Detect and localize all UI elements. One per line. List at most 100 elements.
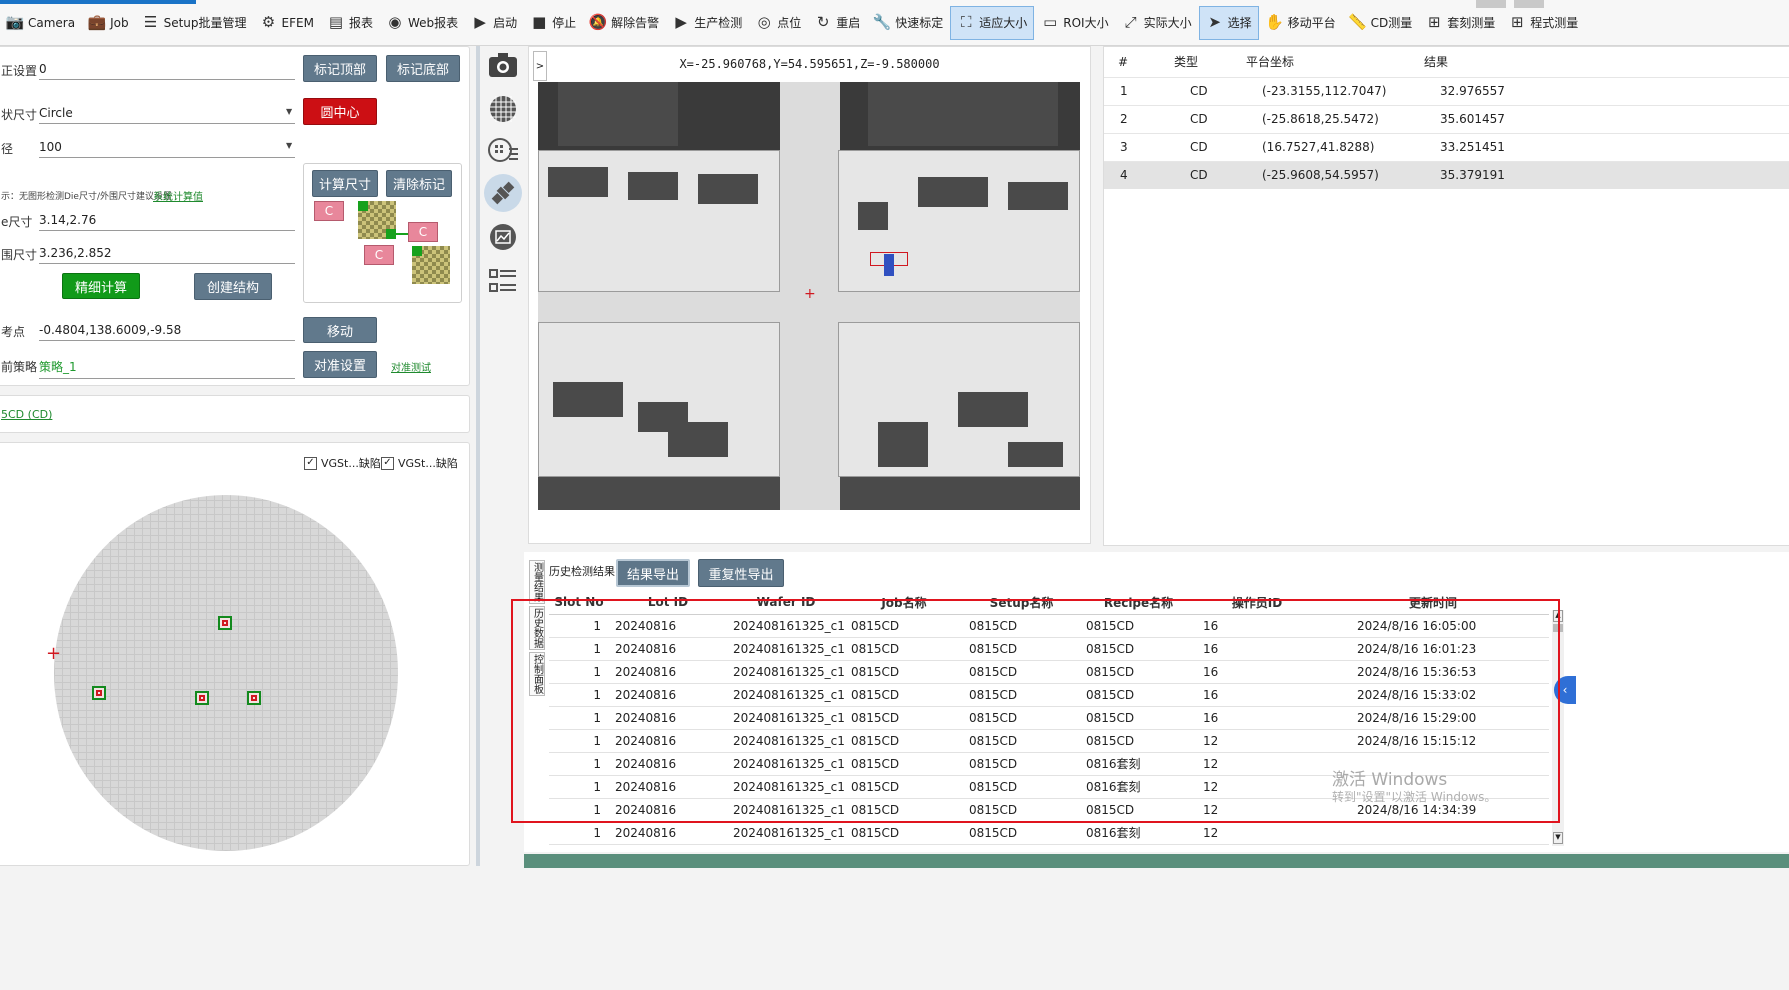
toolbar-fit-size-button[interactable]: ⛶ 适应大小	[950, 5, 1035, 40]
history-cell: 20240816	[609, 798, 727, 822]
history-row[interactable]: 1 20240816 202408161325_c1 0815CD 0815CD 0815…	[549, 614, 1549, 638]
toolbar-ruler-button[interactable]: 📏 CD测量	[1343, 6, 1419, 40]
minimize-button[interactable]	[1476, 0, 1506, 8]
toolbar-stop-button[interactable]: ■ 停止	[524, 6, 582, 40]
col-recipe-name[interactable]: Recipe名称	[1080, 591, 1197, 615]
microscope-image[interactable]: +	[538, 82, 1080, 510]
history-cell: 0815CD	[963, 706, 1080, 730]
wafer-list-icon[interactable]	[484, 132, 522, 170]
toolbar-robot-arm-button[interactable]: ⚙ EFEM	[254, 6, 320, 40]
correction-field[interactable]: 0	[39, 62, 295, 80]
toolbar-label: 解除告警	[611, 16, 660, 30]
history-row[interactable]: 1 20240816 202408161325_c1 0815CD 0815CD 0815…	[549, 683, 1549, 707]
toolbar-roi-rect-button[interactable]: ▭ ROI大小	[1035, 6, 1114, 40]
toolbar-label: 程式测量	[1530, 16, 1579, 30]
col-lot-id[interactable]: Lot ID	[609, 591, 727, 615]
history-row[interactable]: 1 20240816 202408161325_c1 0815CD 0815CD 0816…	[549, 821, 1549, 845]
satellite-align-icon[interactable]	[484, 174, 522, 212]
toolbar-report-button[interactable]: ▤ 报表	[321, 6, 379, 40]
col-slot-no[interactable]: Slot No	[549, 591, 609, 615]
col-setup-name[interactable]: Setup名称	[963, 591, 1080, 615]
col-wafer-id[interactable]: Wafer ID	[727, 591, 845, 615]
measured-die-marker[interactable]	[92, 686, 106, 700]
toolbar-play-button[interactable]: ▶ 启动	[465, 6, 523, 40]
wafer-map[interactable]	[54, 495, 398, 851]
align-test-link[interactable]: 对准测试	[391, 359, 431, 374]
toolbar-web-report-button[interactable]: ◉ Web报表	[380, 6, 464, 40]
toolbar-wrench-button[interactable]: 🔧 快速标定	[867, 6, 949, 40]
splitter[interactable]	[476, 46, 480, 866]
chevron-down-icon[interactable]: ▼	[286, 107, 292, 116]
history-row[interactable]: 1 20240816 202408161325_c1 0815CD 0815CD 0815…	[549, 706, 1549, 730]
side-collapse-arrow-icon[interactable]: ‹	[1554, 676, 1576, 704]
toolbar-camera-button[interactable]: 📷 Camera	[0, 6, 81, 40]
toolbar-map-pin-button[interactable]: ◎ 点位	[749, 6, 807, 40]
history-row[interactable]: 1 20240816 202408161325_c1 0815CD 0815CD 0815…	[549, 637, 1549, 661]
tab-control-panel[interactable]: 控制面板	[529, 652, 545, 696]
results-row[interactable]: 4 CD (-25.9608,54.5957) 35.379191	[1104, 161, 1789, 189]
die-size-field[interactable]: 3.14,2.76	[39, 213, 295, 231]
shape-select[interactable]: Circle	[39, 106, 295, 124]
toolbar-actual-size-button[interactable]: ⤢ 实际大小	[1116, 6, 1198, 40]
toolbar-plus-square-button[interactable]: ⊞ 程式测量	[1502, 6, 1584, 40]
toolbar-plus-square-button[interactable]: ⊞ 套刻测量	[1419, 6, 1501, 40]
image-frame-icon[interactable]	[484, 218, 522, 256]
col-update-time[interactable]: 更新时间	[1317, 591, 1549, 615]
export-repeatability-button[interactable]: 重复性导出	[698, 559, 784, 587]
circle-center-button[interactable]: 圆中心	[303, 98, 377, 125]
scroll-down-icon[interactable]: ▼	[1553, 832, 1563, 844]
history-scrollbar[interactable]: ▲ ▼	[1552, 610, 1564, 846]
strategy-field[interactable]: 策略_1	[39, 358, 295, 379]
results-row[interactable]: 2 CD (-25.8618,25.5472) 35.601457	[1104, 105, 1789, 133]
scroll-up-icon[interactable]: ▲	[1553, 610, 1563, 622]
history-cell: 0815CD	[845, 729, 963, 753]
clear-mark-button[interactable]: 清除标记	[386, 170, 452, 197]
toolbar-refresh-button[interactable]: ↻ 重启	[808, 6, 866, 40]
mark-bottom-button[interactable]: 标记底部	[386, 55, 460, 82]
toolbar-checklist-button[interactable]: ☰ Setup批量管理	[136, 6, 253, 40]
results-row[interactable]: 1 CD (-23.3155,112.7047) 32.976557	[1104, 77, 1789, 105]
toolbar-bell-off-button[interactable]: 🔕 解除告警	[583, 6, 665, 40]
history-cell: 1	[549, 614, 609, 638]
measured-die-marker[interactable]	[247, 691, 261, 705]
scroll-thumb[interactable]	[1553, 624, 1563, 632]
outer-size-field[interactable]: 3.236,2.852	[39, 246, 295, 264]
mark-top-button[interactable]: 标记顶部	[303, 55, 377, 82]
fine-calc-button[interactable]: 精细计算	[62, 273, 140, 299]
export-result-button[interactable]: 结果导出	[616, 559, 690, 587]
history-cell: 1	[549, 729, 609, 753]
create-struct-button[interactable]: 创建结构	[194, 273, 272, 300]
history-cell: 0815CD	[963, 798, 1080, 822]
col-stage-coord: 平台坐标	[1246, 55, 1295, 70]
diameter-select[interactable]: 100	[39, 140, 295, 158]
history-row[interactable]: 1 20240816 202408161325_c1 0815CD 0815CD 0815…	[549, 660, 1549, 684]
defect-checkbox-1[interactable]: ✓ VGSt...缺陷	[304, 455, 381, 471]
recipe-link[interactable]: 5CD (CD)	[1, 408, 52, 421]
results-row[interactable]: 3 CD (16.7527,41.8288) 33.251451	[1104, 133, 1789, 161]
measured-die-marker[interactable]	[218, 616, 232, 630]
snapshot-camera-icon[interactable]	[484, 46, 522, 84]
ref-point-field[interactable]: -0.4804,138.6009,-9.58	[39, 323, 295, 341]
actual-size-icon: ⤢	[1124, 13, 1137, 31]
system-value-link[interactable]: 系统计算值	[153, 188, 203, 203]
toolbar-cursor-button[interactable]: ➤ 选择	[1198, 5, 1259, 40]
tab-history-data[interactable]: 历史数据	[529, 606, 545, 650]
grid-overlay-icon[interactable]	[484, 90, 522, 128]
maximize-button[interactable]	[1514, 0, 1544, 8]
measured-die-marker[interactable]	[195, 691, 209, 705]
toolbar-label: EFEM	[281, 15, 314, 30]
col-operator-id[interactable]: 操作员ID	[1197, 591, 1317, 615]
checklist-icon[interactable]	[484, 262, 522, 300]
move-button[interactable]: 移动	[303, 317, 377, 343]
history-row[interactable]: 1 20240816 202408161325_c1 0815CD 0815CD 0815…	[549, 729, 1549, 753]
toolbar-hand-button[interactable]: ✋ 移动平台	[1260, 6, 1342, 40]
calc-size-button[interactable]: 计算尺寸	[312, 170, 378, 197]
align-setup-button[interactable]: 对准设置	[303, 351, 377, 378]
toolbar-briefcase-button[interactable]: 💼 Job	[82, 6, 135, 40]
tab-measure-result[interactable]: 测量结果	[529, 560, 545, 604]
toolbar-play-button[interactable]: ▶ 生产检测	[666, 6, 748, 40]
history-cell: 0815CD	[1080, 637, 1197, 661]
defect-checkbox-2[interactable]: ✓ VGSt...缺陷	[381, 455, 458, 471]
chevron-down-icon[interactable]: ▼	[286, 141, 292, 150]
col-job-name[interactable]: Job名称	[845, 591, 963, 615]
